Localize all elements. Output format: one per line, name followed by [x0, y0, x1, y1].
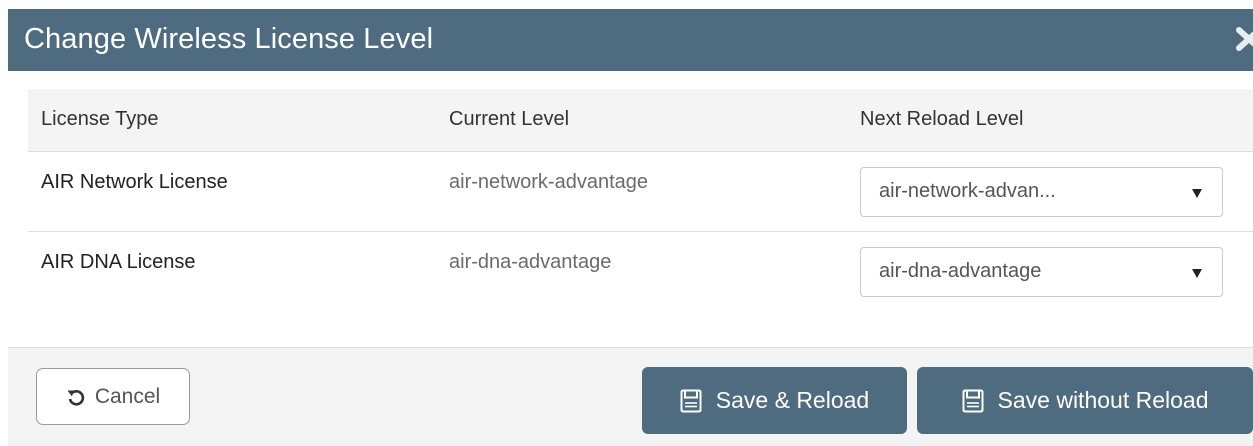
save-icon — [680, 389, 702, 413]
next-reload-level-select[interactable]: air-dna-advantage — [860, 247, 1223, 297]
change-license-dialog: Change Wireless License Level License Ty… — [0, 0, 1253, 446]
table-row: AIR Network License air-network-advantag… — [28, 152, 1253, 232]
license-type-cell: AIR DNA License — [41, 251, 196, 273]
save-without-reload-button[interactable]: Save without Reload — [917, 367, 1253, 434]
save-reload-label: Save & Reload — [715, 387, 870, 413]
select-value: air-dna-advantage — [879, 260, 1042, 282]
table-row: AIR DNA License air-dna-advantage air-dn… — [28, 232, 1253, 312]
dialog-header: Change Wireless License Level — [8, 9, 1253, 71]
license-table: License Type Current Level Next Reload L… — [28, 89, 1253, 312]
dialog-body: License Type Current Level Next Reload L… — [8, 71, 1253, 347]
table-header: License Type Current Level Next Reload L… — [28, 89, 1253, 152]
header-current-level: Current Level — [449, 108, 570, 130]
dialog-title: Change Wireless License Level — [24, 23, 434, 55]
current-level-cell: air-network-advantage — [449, 171, 648, 193]
header-license-type: License Type — [41, 108, 159, 130]
next-reload-level-select[interactable]: air-network-advan... — [860, 167, 1223, 217]
header-next-reload-level: Next Reload Level — [860, 108, 1024, 130]
cancel-label: Cancel — [94, 384, 161, 408]
caret-down-icon — [1192, 189, 1202, 198]
save-without-reload-label: Save without Reload — [997, 387, 1209, 413]
current-level-cell: air-dna-advantage — [449, 251, 612, 273]
cancel-button[interactable]: Cancel — [36, 368, 190, 425]
caret-down-icon — [1192, 269, 1202, 278]
save-and-reload-button[interactable]: Save & Reload — [642, 367, 907, 434]
dialog-footer: Cancel Save & Reload Save without Reload — [8, 347, 1253, 446]
close-icon[interactable] — [1235, 26, 1253, 52]
undo-icon — [66, 387, 86, 407]
license-type-cell: AIR Network License — [41, 171, 228, 193]
select-value: air-network-advan... — [879, 180, 1056, 202]
save-icon — [962, 389, 984, 413]
